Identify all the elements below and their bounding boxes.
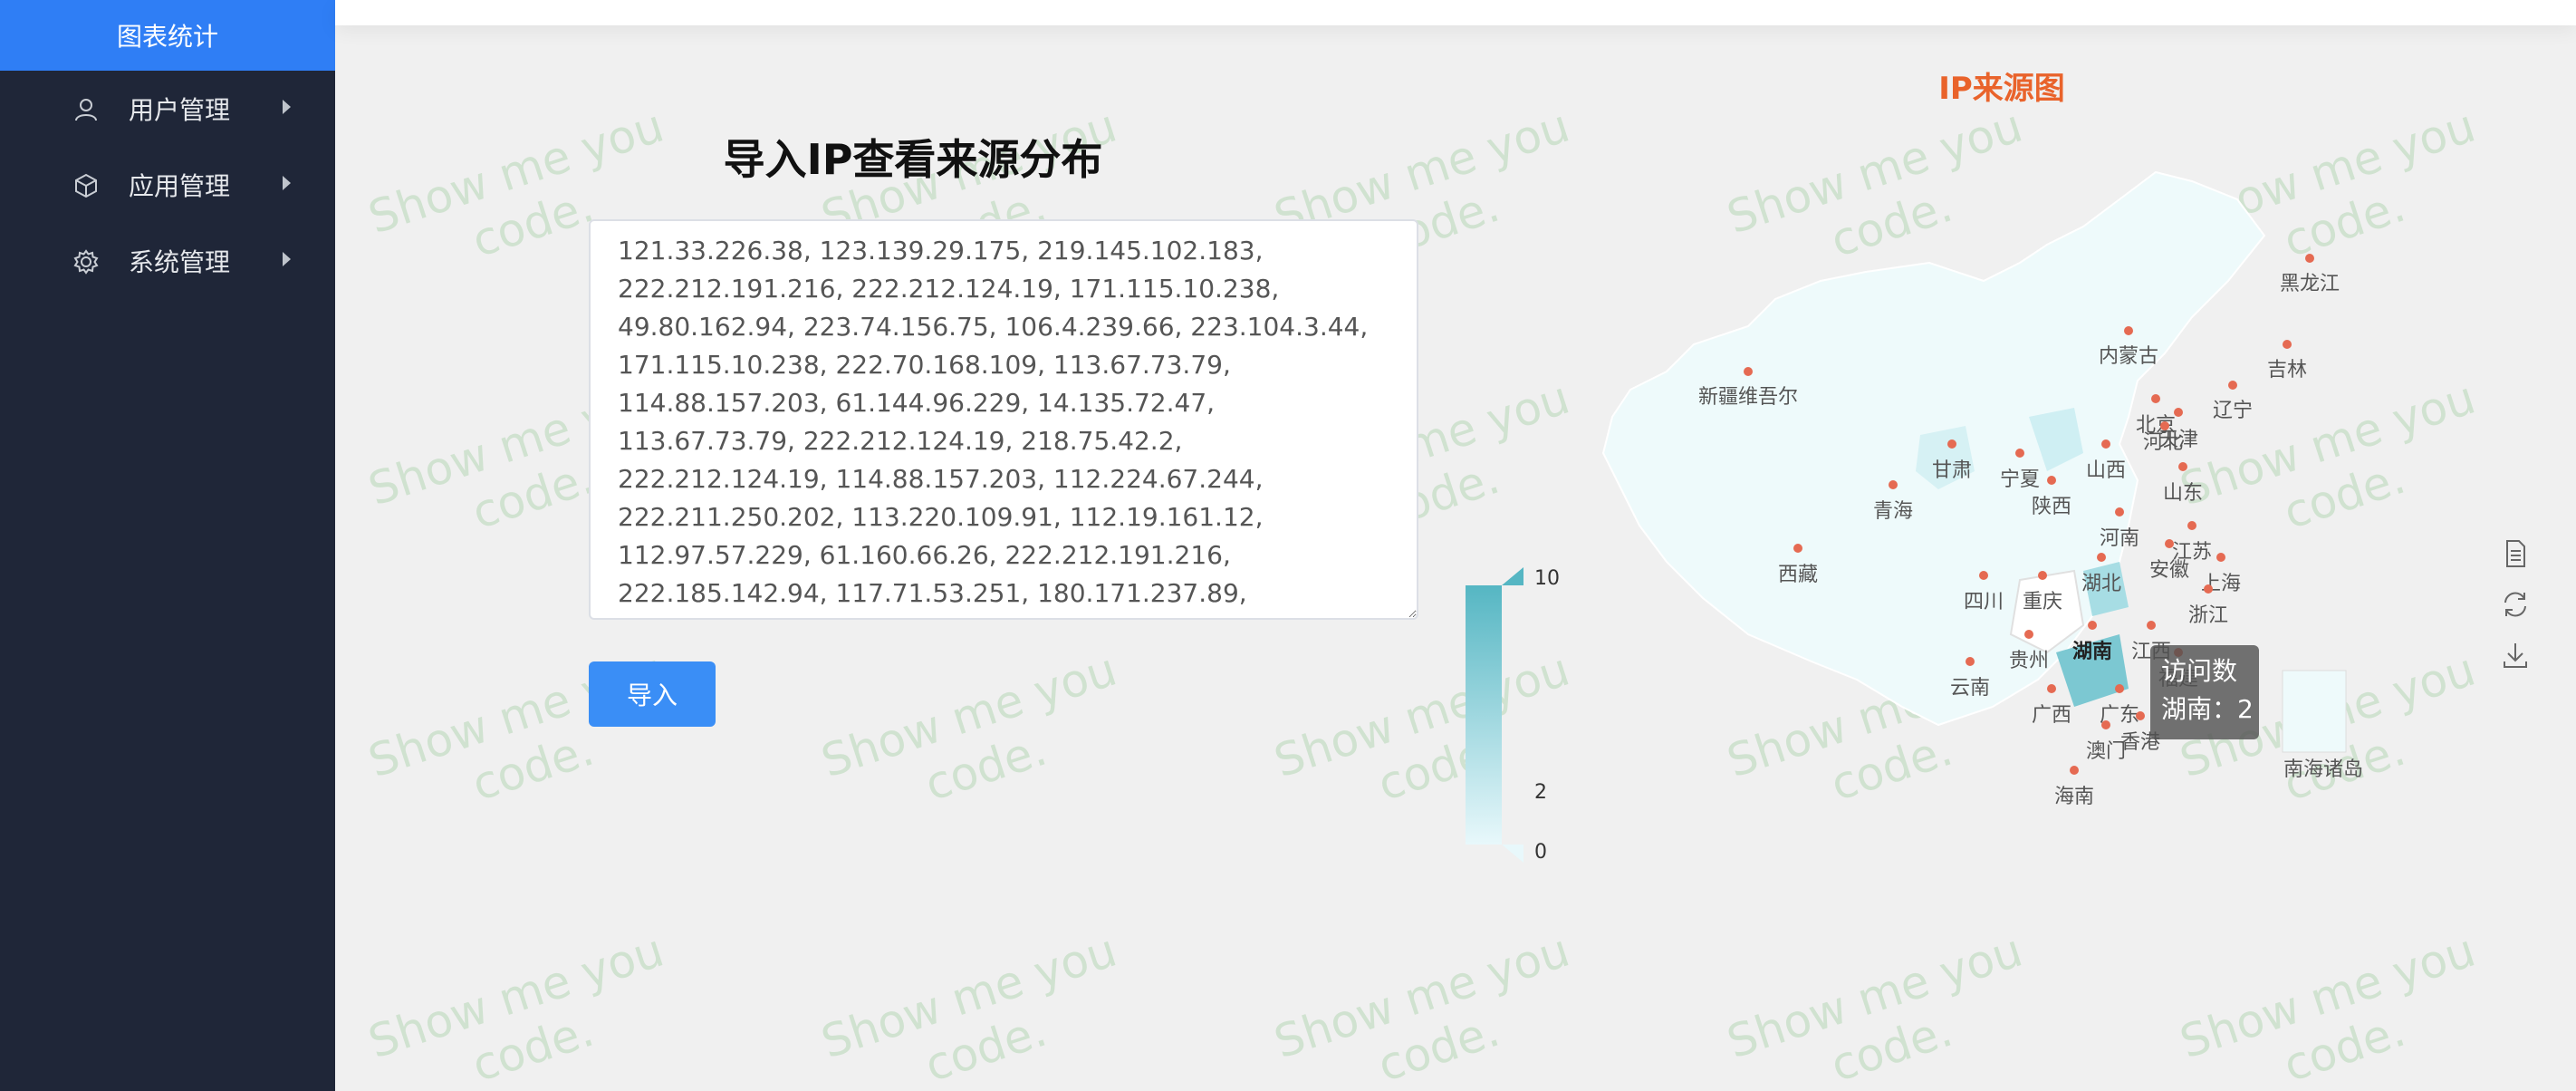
province-label[interactable]: 广西 bbox=[2032, 704, 2071, 727]
province-label[interactable]: 四川 bbox=[1964, 591, 2004, 613]
tooltip-value-line: 湖南：2 bbox=[2161, 694, 2254, 724]
sidebar-item-system-management[interactable]: 系统管理 bbox=[0, 225, 335, 297]
province-marker[interactable] bbox=[2124, 326, 2133, 335]
province-marker[interactable] bbox=[2070, 766, 2079, 775]
page-title: 导入IP查看来源分布 bbox=[723, 135, 1103, 184]
map-tooltip: 访问数 湖南：2 bbox=[2150, 645, 2259, 739]
province-marker[interactable] bbox=[1744, 367, 1753, 376]
top-header-bar bbox=[335, 0, 2576, 25]
watermark-text: Show me youcode. bbox=[815, 923, 1123, 1091]
province-marker[interactable] bbox=[2101, 720, 2110, 729]
province-label[interactable]: 河北 bbox=[2143, 431, 2183, 454]
visual-map-min-handle[interactable] bbox=[1502, 845, 1523, 863]
province-label[interactable]: 辽宁 bbox=[2213, 400, 2253, 422]
province-marker[interactable] bbox=[2047, 476, 2056, 485]
province-marker[interactable] bbox=[2047, 684, 2056, 693]
tooltip-value: 2 bbox=[2237, 694, 2254, 724]
watermark-text: Show me youcode. bbox=[815, 642, 1123, 812]
sidebar-item-label: 用户管理 bbox=[129, 95, 231, 125]
caret-right-icon bbox=[283, 100, 291, 114]
province-label[interactable]: 浙江 bbox=[2188, 604, 2228, 627]
province-marker[interactable] bbox=[2204, 584, 2213, 594]
province-label[interactable]: 云南 bbox=[1950, 677, 1990, 700]
province-marker[interactable] bbox=[2024, 630, 2033, 639]
province-marker[interactable] bbox=[2115, 684, 2124, 693]
province-marker[interactable] bbox=[1793, 544, 1802, 553]
province-marker[interactable] bbox=[1979, 571, 1988, 580]
province-label[interactable]: 重庆 bbox=[2023, 591, 2062, 613]
province-label[interactable]: 黑龙江 bbox=[2280, 273, 2340, 295]
sidebar-item-user-management[interactable]: 用户管理 bbox=[0, 72, 335, 145]
province-marker[interactable] bbox=[2038, 571, 2047, 580]
tooltip-region: 湖南 bbox=[2161, 694, 2213, 724]
province-marker[interactable] bbox=[1889, 480, 1898, 489]
province-marker[interactable] bbox=[1947, 439, 1956, 449]
province-marker[interactable] bbox=[2015, 449, 2024, 458]
province-label[interactable]: 海南 bbox=[2054, 786, 2094, 808]
sidebar: 图表统计 用户管理 应用管理 系统管理 bbox=[0, 0, 335, 1091]
province-marker[interactable] bbox=[2136, 711, 2145, 720]
province-label[interactable]: 安徽 bbox=[2149, 559, 2189, 582]
province-label[interactable]: 新疆维吾尔 bbox=[1698, 386, 1798, 409]
user-icon bbox=[75, 99, 97, 121]
china-map[interactable]: 黑龙江吉林辽宁内蒙古新疆维吾尔北京天津河北甘肃 宁夏 山西山东青海 陕西河南江苏西藏安… bbox=[1540, 145, 2446, 834]
province-marker[interactable] bbox=[2115, 507, 2124, 517]
province-marker[interactable] bbox=[2187, 521, 2196, 530]
caret-right-icon bbox=[283, 176, 291, 190]
gear-icon bbox=[73, 249, 99, 275]
province-label[interactable]: 宁夏 bbox=[2000, 468, 2040, 491]
province-marker[interactable] bbox=[2305, 254, 2314, 263]
province-label[interactable]: 贵州 bbox=[2009, 650, 2049, 672]
province-label[interactable]: 山东 bbox=[2163, 482, 2203, 505]
province-label[interactable]: 吉林 bbox=[2267, 359, 2307, 381]
province-label[interactable]: 陕西 bbox=[2032, 496, 2071, 518]
data-view-icon[interactable] bbox=[2500, 538, 2531, 569]
province-label[interactable]: 甘肃 bbox=[1932, 459, 1972, 482]
sidebar-item-app-management[interactable]: 应用管理 bbox=[0, 149, 335, 221]
province-marker[interactable] bbox=[2088, 621, 2097, 630]
province-marker[interactable] bbox=[2216, 553, 2225, 562]
province-marker[interactable] bbox=[2097, 553, 2106, 562]
watermark-text: Show me youcode. bbox=[362, 923, 670, 1091]
province-label[interactable]: 湖南 bbox=[2072, 641, 2112, 663]
visual-map-gradient-bar bbox=[1466, 585, 1502, 845]
province-marker[interactable] bbox=[2228, 381, 2237, 390]
province-marker[interactable] bbox=[2174, 408, 2183, 417]
sidebar-item-label: 应用管理 bbox=[129, 171, 231, 201]
map-title: IP来源图 bbox=[1938, 71, 2065, 107]
province-label[interactable]: 内蒙古 bbox=[2099, 345, 2158, 368]
province-label[interactable]: 青海 bbox=[1873, 500, 1913, 523]
province-label[interactable]: 南海诸岛 bbox=[2283, 758, 2363, 781]
sidebar-item-label: 系统管理 bbox=[129, 247, 231, 277]
province-marker[interactable] bbox=[2101, 439, 2110, 449]
province-label[interactable]: 河南 bbox=[2100, 527, 2139, 550]
sidebar-item-chart-stats[interactable]: 图表统计 bbox=[0, 0, 335, 71]
province-marker[interactable] bbox=[2147, 621, 2156, 630]
restore-icon[interactable] bbox=[2500, 589, 2531, 620]
watermark-text: Show me youcode. bbox=[1721, 923, 2029, 1091]
download-icon[interactable] bbox=[2500, 640, 2531, 671]
visual-map-min-label: 0 bbox=[1534, 841, 1547, 864]
south-china-sea-inset bbox=[2282, 670, 2347, 753]
province-marker[interactable] bbox=[2151, 394, 2160, 403]
province-marker[interactable] bbox=[2160, 421, 2169, 430]
province-marker[interactable] bbox=[2165, 539, 2174, 548]
province-marker[interactable] bbox=[2178, 462, 2187, 471]
province-label[interactable]: 西藏 bbox=[1778, 564, 1818, 586]
ip-input-textarea[interactable]: 121.33.226.38, 123.139.29.175, 219.145.1… bbox=[589, 219, 1418, 620]
visual-map-max-handle[interactable] bbox=[1502, 567, 1523, 585]
province-marker[interactable] bbox=[2283, 340, 2292, 349]
province-label[interactable]: 山西 bbox=[2086, 459, 2126, 482]
caret-right-icon bbox=[283, 252, 291, 266]
watermark-text: Show me youcode. bbox=[2174, 923, 2482, 1091]
watermark-text: Show me youcode. bbox=[1268, 923, 1576, 1091]
tooltip-series-name: 访问数 bbox=[2161, 656, 2238, 686]
sidebar-item-label: 图表统计 bbox=[116, 22, 218, 52]
import-button[interactable]: 导入 bbox=[589, 661, 716, 727]
province-marker[interactable] bbox=[1966, 657, 1975, 666]
cube-icon bbox=[75, 173, 97, 198]
province-label[interactable]: 湖北 bbox=[2081, 573, 2121, 595]
